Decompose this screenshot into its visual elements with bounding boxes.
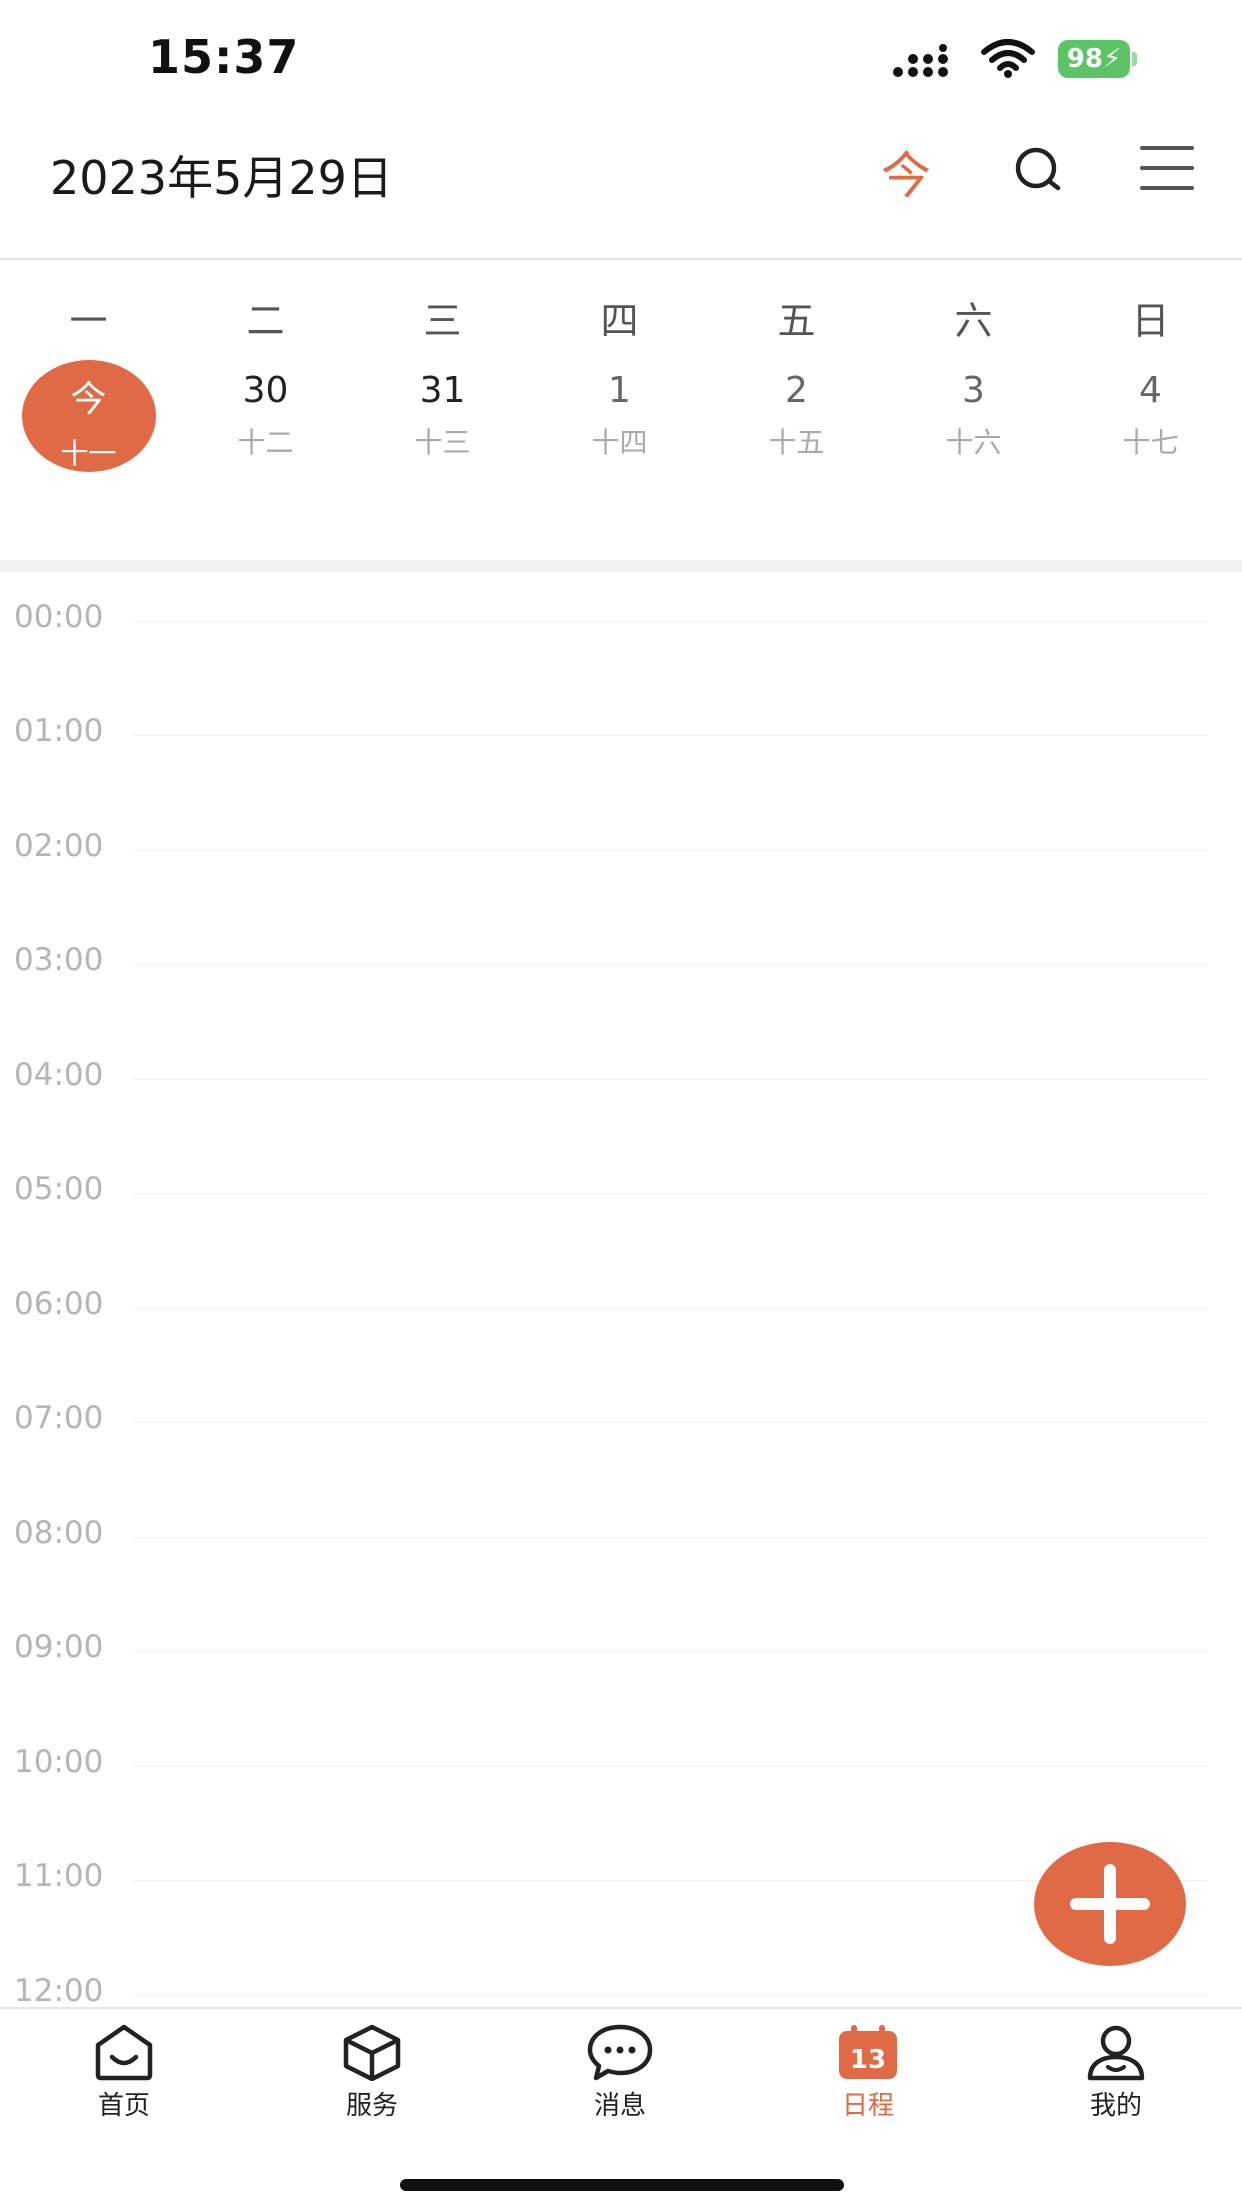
home-icon bbox=[95, 2024, 153, 2081]
tab-services[interactable]: 服务 bbox=[248, 2023, 496, 2133]
bottom-tab-bar: 首页 服务 消息 13 日程 我的 bbox=[0, 2007, 1242, 2210]
hour-row: 01:00 bbox=[0, 713, 1242, 749]
lunar-date: 十六 bbox=[945, 426, 1002, 459]
hour-row: 08:00 bbox=[0, 1515, 1242, 1551]
lunar-date: 十七 bbox=[1122, 426, 1179, 459]
lunar-date: 十一 bbox=[60, 437, 117, 470]
hour-row: 03:00 bbox=[0, 942, 1242, 978]
hour-label: 01:00 bbox=[14, 713, 104, 749]
lunar-date: 十二 bbox=[237, 426, 294, 459]
day-cell[interactable]: 31 十三 bbox=[354, 360, 531, 475]
day-cell[interactable]: 2 十五 bbox=[708, 360, 885, 475]
week-strip: 一 二 三 四 五 六 日 今 十一 30 十二 31 十三 1 十四 2 十五… bbox=[0, 260, 1242, 560]
hour-row: 12:00 bbox=[0, 1973, 1242, 2007]
battery-indicator: 98⚡ bbox=[1058, 40, 1138, 78]
hour-row: 09:00 bbox=[0, 1629, 1242, 1665]
hour-row: 07:00 bbox=[0, 1400, 1242, 1436]
weekday-sun: 日 bbox=[1131, 299, 1170, 343]
day-cell-today[interactable]: 今 十一 bbox=[0, 360, 177, 475]
hour-row: 00:00 bbox=[0, 599, 1242, 635]
day-cell[interactable]: 1 十四 bbox=[531, 360, 708, 475]
day-number: 31 bbox=[419, 370, 466, 411]
day-cell[interactable]: 30 十二 bbox=[177, 360, 354, 475]
cube-icon bbox=[343, 2024, 401, 2081]
status-time: 15:37 bbox=[148, 30, 300, 84]
lunar-date: 十四 bbox=[591, 426, 648, 459]
day-number: 3 bbox=[962, 370, 985, 411]
hour-label: 06:00 bbox=[14, 1286, 104, 1322]
day-number: 2 bbox=[785, 370, 808, 411]
hour-row: 06:00 bbox=[0, 1286, 1242, 1322]
tab-label: 日程 bbox=[841, 2091, 894, 2121]
lunar-date: 十五 bbox=[768, 426, 825, 459]
hour-label: 08:00 bbox=[14, 1515, 104, 1551]
add-event-button[interactable] bbox=[1034, 1842, 1186, 1966]
weekday-mon: 一 bbox=[69, 299, 108, 343]
tab-messages[interactable]: 消息 bbox=[496, 2023, 744, 2133]
current-date-title: 2023年5月29日 bbox=[50, 151, 393, 205]
today-button[interactable]: 今 bbox=[876, 136, 936, 206]
day-timeline[interactable]: 00:00 01:00 02:00 03:00 04:00 05:00 06:0… bbox=[0, 572, 1242, 2007]
weekday-sat: 六 bbox=[954, 299, 993, 343]
cellular-signal-icon bbox=[893, 44, 948, 77]
wifi-icon bbox=[981, 39, 1035, 78]
menu-icon[interactable] bbox=[1138, 140, 1196, 196]
lunar-date: 十三 bbox=[414, 426, 471, 459]
hour-label: 10:00 bbox=[14, 1744, 104, 1780]
chat-icon bbox=[587, 2024, 653, 2081]
tab-label: 消息 bbox=[593, 2091, 646, 2121]
weekday-fri: 五 bbox=[777, 299, 816, 343]
hour-label: 05:00 bbox=[14, 1171, 104, 1207]
calendar-header: 2023年5月29日 今 bbox=[0, 120, 1242, 260]
hour-row: 02:00 bbox=[0, 828, 1242, 864]
home-indicator bbox=[400, 2179, 844, 2191]
tab-label: 服务 bbox=[345, 2091, 398, 2121]
tab-schedule[interactable]: 13 日程 bbox=[744, 2023, 992, 2133]
svg-text:13: 13 bbox=[850, 2045, 886, 2075]
user-icon bbox=[1087, 2025, 1145, 2081]
hour-row: 10:00 bbox=[0, 1744, 1242, 1780]
day-number: 今 bbox=[70, 379, 107, 420]
hour-label: 04:00 bbox=[14, 1057, 104, 1093]
day-cell[interactable]: 4 十七 bbox=[1062, 360, 1239, 475]
day-number: 1 bbox=[608, 370, 631, 411]
hour-row: 04:00 bbox=[0, 1057, 1242, 1093]
status-bar: 15:37 98⚡ bbox=[0, 0, 1242, 120]
hour-label: 02:00 bbox=[14, 828, 104, 864]
tab-profile[interactable]: 我的 bbox=[992, 2023, 1240, 2133]
weekday-tue: 二 bbox=[246, 299, 285, 343]
section-divider bbox=[0, 560, 1242, 572]
hour-label: 11:00 bbox=[14, 1858, 104, 1894]
charging-bolt-icon: ⚡ bbox=[1102, 44, 1122, 74]
hour-label: 03:00 bbox=[14, 942, 104, 978]
hour-label: 09:00 bbox=[14, 1629, 104, 1665]
tab-home[interactable]: 首页 bbox=[0, 2023, 248, 2133]
hour-label: 00:00 bbox=[14, 599, 104, 635]
day-number: 30 bbox=[242, 370, 289, 411]
weekday-wed: 三 bbox=[423, 299, 462, 343]
hour-label: 12:00 bbox=[14, 1973, 104, 2007]
tab-label: 首页 bbox=[97, 2091, 150, 2121]
search-icon[interactable] bbox=[1010, 142, 1066, 198]
hour-row: 05:00 bbox=[0, 1171, 1242, 1207]
day-number: 4 bbox=[1139, 370, 1162, 411]
calendar-icon: 13 bbox=[839, 2025, 897, 2079]
day-cell[interactable]: 3 十六 bbox=[885, 360, 1062, 475]
weekday-thu: 四 bbox=[600, 299, 639, 343]
battery-level: 98 bbox=[1066, 44, 1103, 74]
hour-label: 07:00 bbox=[14, 1400, 104, 1436]
tab-label: 我的 bbox=[1089, 2091, 1142, 2121]
